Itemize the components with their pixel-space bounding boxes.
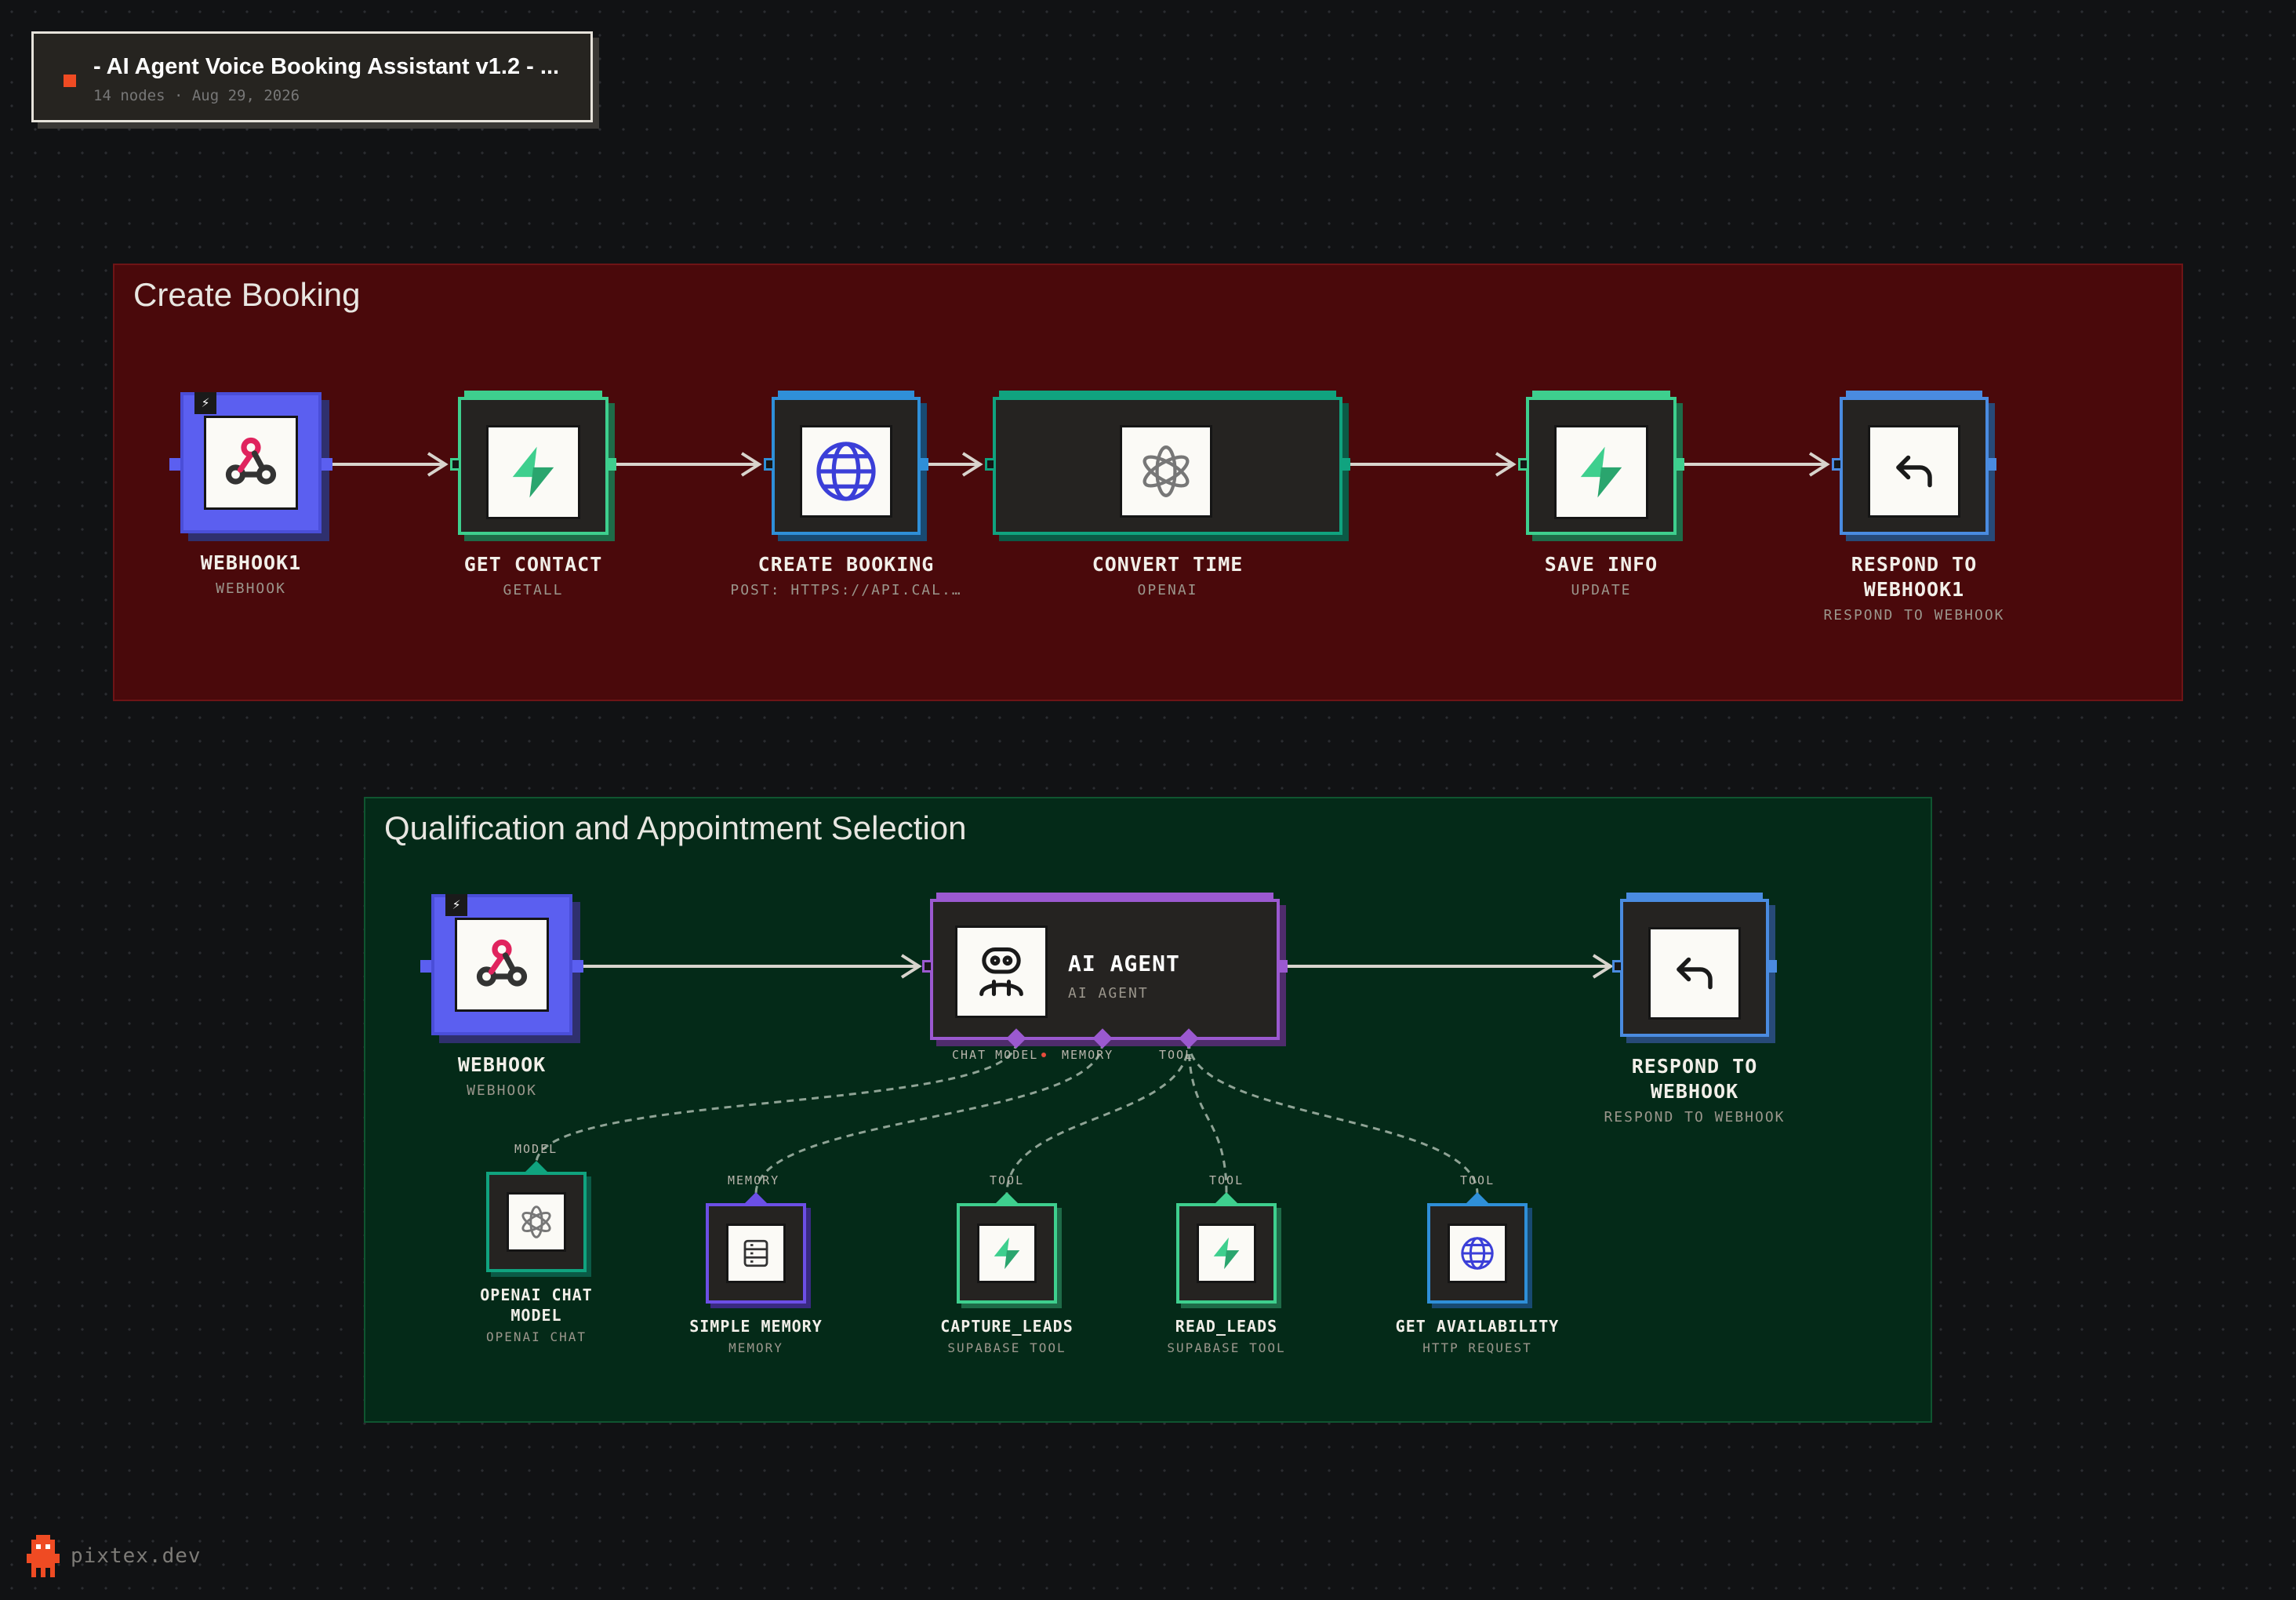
output-port[interactable]: [1985, 458, 1996, 471]
node-simple-memory[interactable]: SIMPLE MEMORY MEMORY: [689, 1203, 822, 1355]
reply-arrow-icon: [1868, 425, 1960, 518]
node-subtitle: HTTP REQUEST: [1422, 1340, 1532, 1355]
group-title: Create Booking: [133, 276, 361, 313]
reply-arrow-icon: [1648, 927, 1741, 1020]
openai-icon: [1120, 425, 1212, 518]
input-port[interactable]: [1832, 458, 1843, 471]
port-label-tool-input: TOOL: [1209, 1173, 1244, 1187]
workflow-meta: 14 nodes · Aug 29, 2026: [93, 87, 300, 104]
pixtex-mascot-icon: [27, 1535, 60, 1577]
input-port[interactable]: [1612, 960, 1623, 973]
output-port[interactable]: [1277, 960, 1288, 973]
robot-icon: [955, 925, 1048, 1018]
workflow-header[interactable]: - AI Agent Voice Booking Assistant v1.2 …: [31, 31, 593, 122]
input-port-tool[interactable]: [994, 1192, 1019, 1205]
node-create-booking[interactable]: CREATE BOOKING POST: HTTPS://API.CAL.…: [730, 391, 961, 598]
node-name: CONVERT TIME: [1092, 553, 1244, 576]
database-icon: [726, 1224, 786, 1283]
node-capture-leads[interactable]: CAPTURE_LEADS SUPABASE TOOL: [940, 1203, 1073, 1355]
input-port[interactable]: [1518, 458, 1529, 471]
openai-icon: [507, 1192, 566, 1252]
brand[interactable]: pixtex.dev: [27, 1534, 202, 1578]
port-label-chat-model: CHAT MODEL: [952, 1048, 1039, 1062]
input-port[interactable]: [764, 458, 775, 471]
globe-icon: [1448, 1224, 1507, 1283]
input-port-tool[interactable]: [1465, 1192, 1490, 1205]
node-name: RESPOND TO WEBHOOK1: [1851, 553, 1978, 601]
output-port[interactable]: [1339, 458, 1350, 471]
workflow-status-square: [64, 75, 76, 87]
output-port[interactable]: [572, 960, 583, 973]
input-port[interactable]: [450, 458, 461, 471]
port-label-memory: MEMORY: [1062, 1048, 1114, 1062]
node-openai-chat-model[interactable]: OPENAI CHAT MODEL OPENAI CHAT: [480, 1172, 592, 1344]
group-title: Qualification and Appointment Selection: [384, 809, 967, 846]
node-subtitle: WEBHOOK: [467, 1082, 537, 1099]
node-respond-to-webhook[interactable]: RESPOND TO WEBHOOK RESPOND TO WEBHOOK: [1604, 893, 1784, 1125]
node-name: OPENAI CHAT MODEL: [480, 1285, 593, 1325]
node-webhook1[interactable]: ⚡ WEBHOOK1 WEBHOOK: [180, 392, 322, 597]
supabase-bolt-icon: [486, 425, 580, 519]
trigger-bolt-icon: ⚡: [194, 392, 216, 414]
node-read-leads[interactable]: READ_LEADS SUPABASE TOOL: [1167, 1203, 1284, 1355]
globe-icon: [800, 425, 892, 518]
trigger-bolt-icon: ⚡: [445, 894, 467, 916]
input-port[interactable]: [420, 960, 431, 973]
node-name: RESPOND TO WEBHOOK: [1631, 1055, 1758, 1103]
output-port[interactable]: [1766, 960, 1777, 973]
output-port[interactable]: [917, 458, 928, 471]
input-port[interactable]: [922, 960, 933, 973]
webhook-icon: [204, 416, 298, 510]
node-name: GET AVAILABILITY: [1395, 1317, 1560, 1336]
input-port-tool[interactable]: [1214, 1192, 1239, 1205]
output-port[interactable]: [605, 458, 616, 471]
output-port[interactable]: [322, 458, 332, 471]
node-subtitle: RESPOND TO WEBHOOK: [1604, 1109, 1786, 1125]
supabase-bolt-icon: [977, 1224, 1037, 1283]
port-label-memory-input: MEMORY: [728, 1173, 780, 1187]
node-ai-agent[interactable]: AI AGENT AI AGENT: [930, 893, 1280, 1040]
required-dot: [1041, 1053, 1046, 1057]
node-save-info[interactable]: SAVE INFO UPDATE: [1526, 391, 1677, 598]
input-port-model[interactable]: [524, 1161, 549, 1173]
node-subtitle: RESPOND TO WEBHOOK: [1823, 607, 2005, 624]
port-label-tool: TOOL: [1159, 1048, 1194, 1062]
node-subtitle: OPENAI: [1137, 582, 1198, 598]
output-port[interactable]: [1673, 458, 1684, 471]
workflow-title: - AI Agent Voice Booking Assistant v1.2 …: [93, 54, 560, 79]
node-convert-time[interactable]: CONVERT TIME OPENAI: [993, 391, 1342, 598]
supabase-bolt-icon: [1197, 1224, 1256, 1283]
node-respond-to-webhook1[interactable]: RESPOND TO WEBHOOK1 RESPOND TO WEBHOOK: [1823, 391, 2004, 624]
node-get-contact[interactable]: GET CONTACT GETALL: [458, 391, 609, 598]
node-subtitle: AI AGENT: [1068, 985, 1149, 1002]
brand-text: pixtex.dev: [71, 1544, 202, 1568]
supabase-bolt-icon: [1554, 425, 1648, 519]
node-name: WEBHOOK: [457, 1053, 547, 1076]
node-name: AI AGENT: [1068, 951, 1180, 976]
input-port[interactable]: [169, 458, 180, 471]
webhook-icon: [455, 918, 549, 1012]
port-label-tool-input: TOOL: [1460, 1173, 1495, 1187]
input-port[interactable]: [985, 458, 996, 471]
port-label-model: MODEL: [514, 1142, 558, 1156]
port-label-tool-input: TOOL: [990, 1173, 1025, 1187]
node-get-availability[interactable]: GET AVAILABILITY HTTP REQUEST: [1396, 1203, 1558, 1355]
input-port-memory[interactable]: [743, 1192, 768, 1205]
node-webhook[interactable]: ⚡ WEBHOOK WEBHOOK: [431, 894, 572, 1099]
